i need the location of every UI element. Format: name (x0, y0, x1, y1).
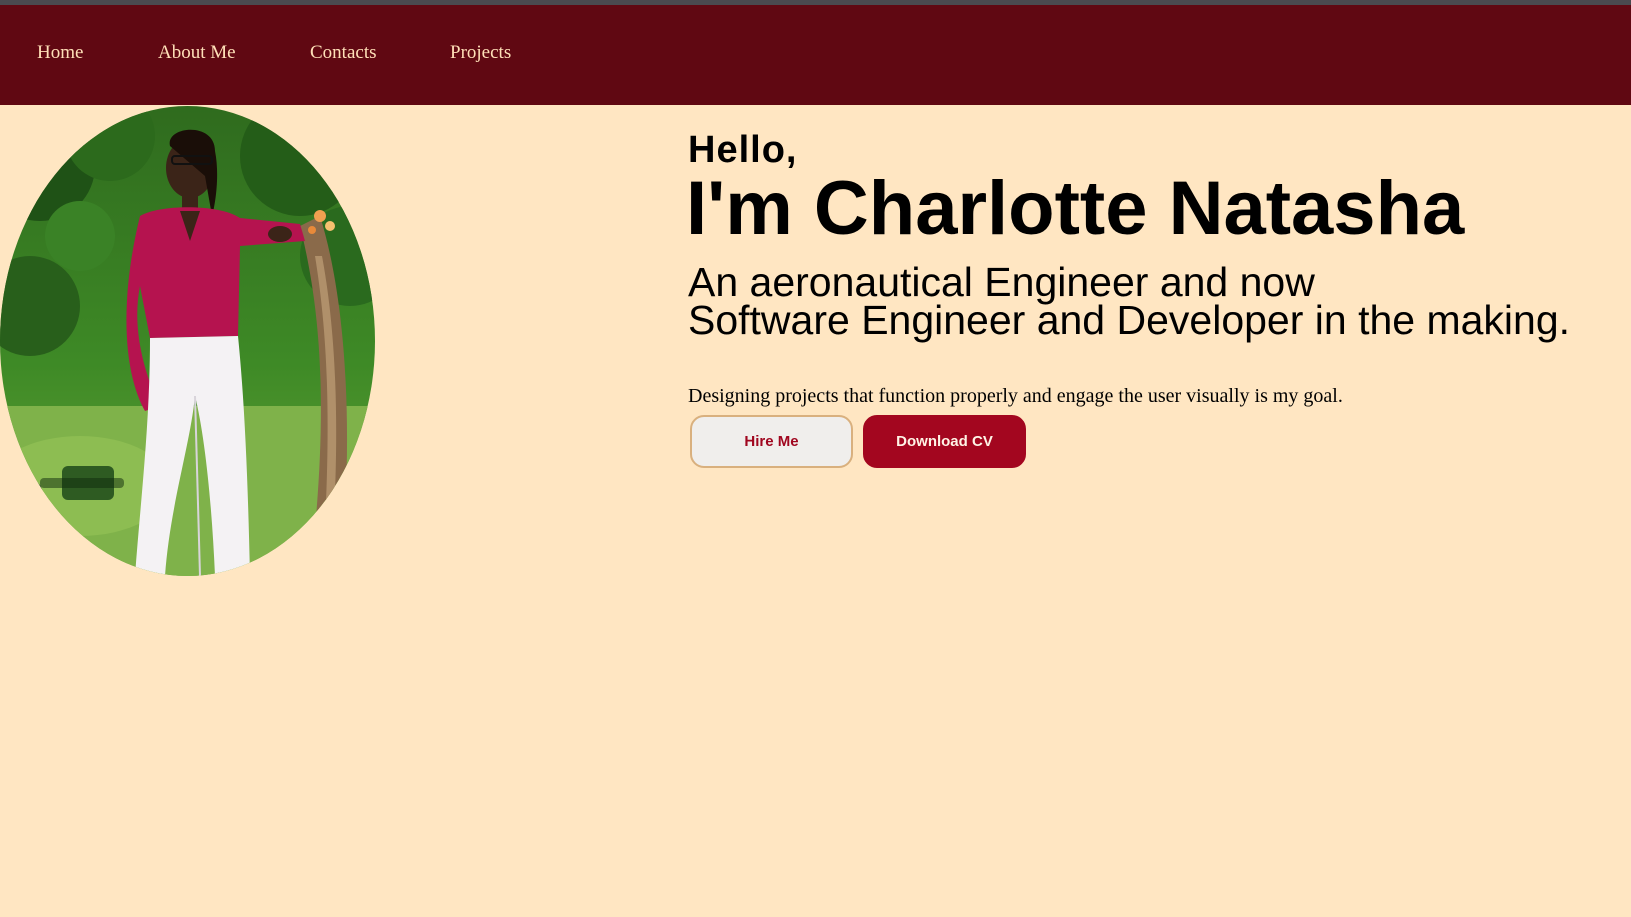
nav-home-link[interactable]: Home (37, 42, 83, 64)
hero-tagline-line1: An aeronautical Engineer and now (688, 259, 1315, 305)
download-cv-button[interactable]: Download CV (863, 415, 1026, 468)
hero-tagline: An aeronautical Engineer and now Softwar… (688, 259, 1571, 343)
navbar: Home About Me Contacts Projects (0, 5, 1631, 105)
nav-projects-link[interactable]: Projects (450, 42, 511, 64)
profile-photo (0, 106, 375, 576)
hero-name: I'm Charlotte Natasha (686, 166, 1465, 251)
hero-goal-text: Designing projects that function properl… (688, 385, 1343, 407)
nav-contacts-link[interactable]: Contacts (310, 42, 377, 64)
hero-tagline-line2: Software Engineer and Developer in the m… (688, 297, 1571, 343)
hire-me-button[interactable]: Hire Me (690, 415, 853, 468)
nav-about-link[interactable]: About Me (158, 42, 236, 64)
